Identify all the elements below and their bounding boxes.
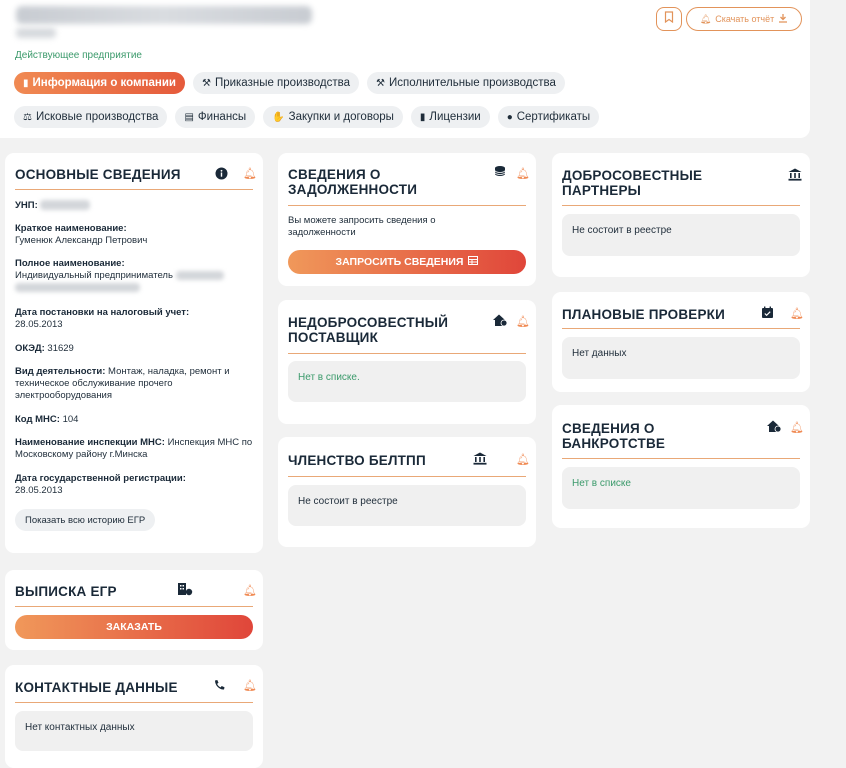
belcci-membership-card: ЧЛЕНСТВО БЕЛТПП 🔔︎ Не состоит в реестре [278, 437, 536, 547]
tab-3[interactable]: ⚖ Исковые производства [14, 106, 168, 128]
tab-6[interactable]: ▮ Лицензии [410, 106, 490, 128]
tab-icon: ⚒ [376, 77, 385, 89]
debt-card: СВЕДЕНИЯ О ЗАДОЛЖЕННОСТИ 🔔︎ Вы можете за… [278, 153, 536, 286]
divider [288, 205, 526, 206]
basic-info-card: ОСНОВНЫЕ СВЕДЕНИЯ 🔔︎ УНП: Краткое наимен… [5, 153, 263, 553]
tax-date-field: Дата постановки на налоговый учет: 28.05.… [15, 307, 190, 330]
download-report-label: Скачать отчёт [715, 14, 775, 24]
request-debt-info-button[interactable]: ЗАПРОСИТЬ СВЕДЕНИЯ [288, 250, 526, 274]
fair-partners-title: ДОБРОСОВЕСТНЫЕ ПАРТНЕРЫ [562, 168, 703, 198]
tab-0[interactable]: ▮ Информация о компании [14, 72, 185, 94]
planned-checks-status: Нет данных [562, 337, 800, 379]
phone-icon [213, 679, 226, 695]
tab-label: Лицензии [429, 111, 481, 123]
contacts-card: КОНТАКТНЫЕ ДАННЫЕ 🔔︎ Нет контактных данн… [5, 665, 263, 768]
tab-label: Исковые производства [35, 111, 159, 123]
bankruptcy-title: СВЕДЕНИЯ О БАНКРОТСТВЕ [562, 421, 666, 451]
unfair-supplier-title: НЕДОБРОСОВЕСТНЫЙ ПОСТАВЩИК [288, 315, 449, 345]
bell-icon[interactable]: 🔔︎ [516, 453, 530, 466]
planned-checks-card: ПЛАНОВЫЕ ПРОВЕРКИ 🔔︎ Нет данных [552, 292, 810, 392]
fair-partners-status: Не состоит в реестре [562, 214, 800, 256]
institution-icon [788, 168, 802, 184]
short-name-field: Краткое наименование: Гуменюк Александр П… [15, 223, 148, 246]
belcci-title: ЧЛЕНСТВО БЕЛТПП [288, 453, 426, 468]
tab-label: Закупки и договоры [288, 111, 394, 123]
divider [562, 328, 800, 329]
tab-1[interactable]: ⚒ Приказные производства [192, 72, 359, 94]
tab-icon: ▤ [184, 111, 194, 123]
belcci-status: Не состоит в реестре [288, 485, 526, 526]
tab-label: Финансы [197, 111, 247, 123]
tab-label: Информация о компании [32, 77, 176, 89]
egr-extract-title: ВЫПИСКА ЕГР [15, 584, 117, 599]
table-icon [468, 256, 479, 268]
bankruptcy-status: Нет в списке [562, 467, 800, 509]
house-alert-icon [766, 419, 782, 436]
divider [15, 702, 253, 703]
institution-icon [473, 452, 487, 468]
full-name-redacted [175, 270, 224, 280]
company-name-redacted [16, 6, 312, 24]
unfair-supplier-status: Нет в списке. [288, 361, 526, 402]
full-name-redacted-2 [15, 282, 140, 292]
divider [288, 476, 526, 477]
tab-2[interactable]: ⚒ Исполнительные производства [367, 72, 565, 94]
tab-icon: ▮ [23, 77, 29, 89]
divider [15, 606, 253, 607]
bell-icon[interactable]: 🔔︎ [243, 584, 257, 597]
tab-icon: ● [506, 111, 513, 123]
unp-redacted [40, 200, 91, 211]
tab-5[interactable]: ✋ Закупки и договоры [263, 106, 403, 128]
company-status: Действующее предприятие [15, 50, 142, 61]
bookmark-icon [664, 10, 674, 28]
divider [288, 353, 526, 354]
tab-icon: ⚒ [201, 77, 211, 89]
activity-field: Вид деятельности: Монтаж, наладка, ремон… [15, 366, 230, 401]
divider [15, 189, 253, 190]
info-icon [215, 167, 228, 183]
tab-icon: ⚖ [23, 111, 32, 123]
download-icon [778, 13, 788, 25]
calendar-check-icon [761, 306, 774, 322]
unfair-supplier-card: НЕДОБРОСОВЕСТНЫЙ ПОСТАВЩИК 🔔︎ Нет в спис… [278, 300, 536, 424]
bell-icon[interactable]: 🔔︎ [243, 679, 257, 692]
download-report-button[interactable]: 🔔︎ Скачать отчёт [686, 7, 802, 31]
tab-label: Исполнительные производства [388, 77, 556, 89]
coins-icon [494, 165, 508, 182]
tab-label: Сертификаты [516, 111, 591, 123]
reg-date-field: Дата государственной регистрации: 28.05.2… [15, 473, 186, 496]
bell-icon[interactable]: 🔔︎ [790, 421, 804, 434]
egr-extract-card: ВЫПИСКА ЕГР 🔔︎ ЗАКАЗАТЬ [5, 570, 263, 650]
debt-title: СВЕДЕНИЯ О ЗАДОЛЖЕННОСТИ [288, 167, 418, 197]
mns-name-field: Наименование инспекции МНС: Инспекция МН… [15, 437, 253, 460]
mns-code-field: Код МНС: 104 [15, 414, 79, 425]
bell-icon[interactable]: 🔔︎ [790, 307, 804, 320]
bell-icon[interactable]: 🔔︎ [516, 167, 530, 180]
section-tabs: ▮ Информация о компании ⚒ Приказные произво… [14, 72, 804, 138]
bell-icon[interactable]: 🔔︎ [516, 315, 530, 328]
unp-field: УНП: [15, 200, 253, 212]
house-alert-icon [492, 313, 508, 330]
tab-4[interactable]: ▤ Финансы [175, 106, 256, 128]
company-subname-redacted [16, 28, 56, 38]
tab-7[interactable]: ● Сертификаты [497, 106, 600, 128]
order-egr-button[interactable]: ЗАКАЗАТЬ [15, 615, 253, 639]
divider [562, 458, 800, 459]
company-header: Действующее предприятие 🔔︎ Скачать отчёт… [0, 0, 810, 138]
tab-icon: ✋ [272, 111, 285, 123]
contacts-empty: Нет контактных данных [15, 711, 253, 751]
full-name-field: Полное наименование: Индивидуальный предп… [15, 258, 253, 294]
bookmark-button[interactable] [656, 7, 682, 31]
bell-icon: 🔔︎ [699, 13, 712, 24]
okved-field: ОКЭД: 31629 [15, 343, 74, 354]
bell-icon[interactable]: 🔔︎ [243, 167, 257, 180]
debt-description: Вы можете запросить сведения о задолженн… [288, 215, 436, 238]
bankruptcy-card: СВЕДЕНИЯ О БАНКРОТСТВЕ 🔔︎ Нет в списке [552, 405, 810, 528]
tab-icon: ▮ [419, 111, 426, 123]
building-info-icon [177, 582, 193, 599]
fair-partners-card: ДОБРОСОВЕСТНЫЕ ПАРТНЕРЫ Не состоит в рее… [552, 153, 810, 277]
divider [562, 205, 800, 206]
tab-label: Приказные производства [214, 77, 350, 89]
show-egr-history-button[interactable]: Показать всю историю ЕГР [15, 509, 156, 531]
